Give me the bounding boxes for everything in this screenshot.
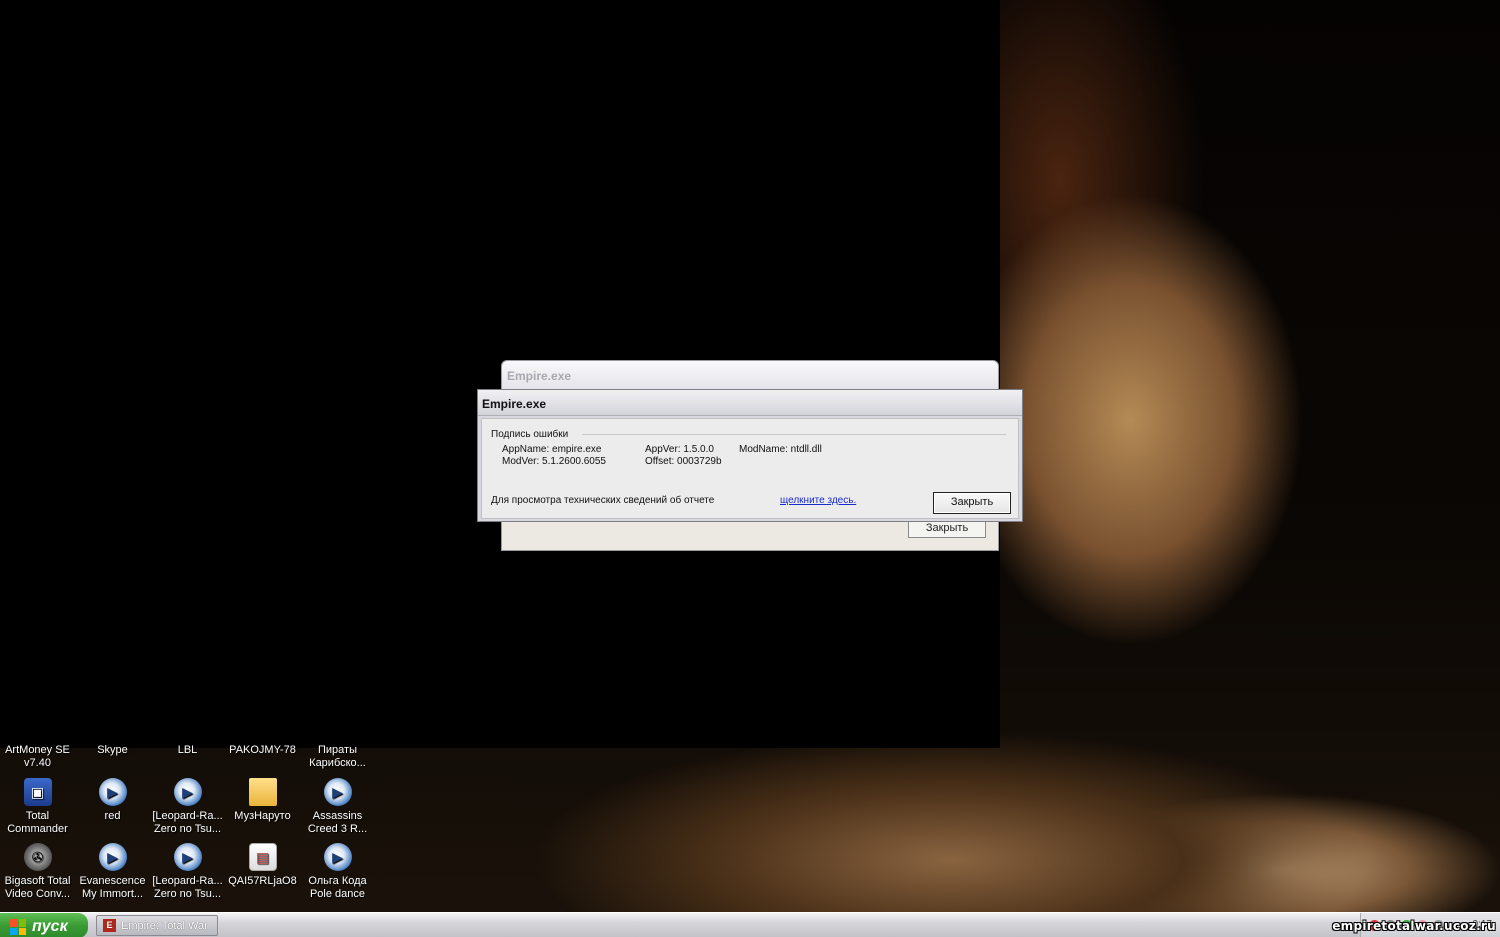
details-prompt-text: Для просмотра технических сведений об от… xyxy=(491,495,715,506)
dialog-body: Подпись ошибки AppName: empire.exe ModVe… xyxy=(481,418,1019,519)
desktop-icon-assassins-creed[interactable]: ▶ Assassins Creed 3 R... xyxy=(300,778,375,836)
desktop-icon-label: PAKOJMY-78 xyxy=(229,744,296,756)
media-file-icon: ▶ xyxy=(173,843,202,871)
desktop-icon-label: QAI57RLjaO8 xyxy=(228,875,297,887)
app-ver-value: AppVer: 1.5.0.0 xyxy=(645,444,714,455)
close-button[interactable]: Закрыть xyxy=(933,492,1011,514)
desktop-icon-label: ArtMoney SE xyxy=(5,744,70,756)
taskbar-item-label: Empire: Total War xyxy=(121,919,208,932)
image-file-icon: ▤ xyxy=(248,843,277,871)
mod-name-value: ModName: ntdll.dll xyxy=(739,444,822,455)
desktop-icon-label: МузНаруто xyxy=(234,810,291,822)
details-link[interactable]: щелкните здесь. xyxy=(780,495,856,506)
desktop-icon-label: Bigasoft Total xyxy=(4,875,71,887)
divider xyxy=(582,434,1006,435)
desktop-icon-qai57[interactable]: ▤ QAI57RLjaO8 xyxy=(225,843,300,888)
desktop-icon-label: Пираты xyxy=(318,744,357,756)
desktop-icon-lbl[interactable]: LBL xyxy=(150,744,225,757)
desktop-icon-label: Video Conv... xyxy=(4,888,71,900)
desktop-icon-label: My Immort... xyxy=(81,888,144,900)
error-signature-heading: Подпись ошибки xyxy=(491,429,569,440)
media-file-icon: ▶ xyxy=(98,778,127,806)
desktop-icon-label: Zero no Tsu... xyxy=(153,888,222,900)
film-reel-icon: ✇ xyxy=(23,843,52,871)
taskbar: пуск E Empire: Total War 0:17 xyxy=(0,912,1500,937)
desktop-icon-label: Creed 3 R... xyxy=(307,823,368,835)
desktop-icon-label: red xyxy=(104,810,121,822)
desktop-icon-leopard-2[interactable]: ▶ [Leopard-Ra... Zero no Tsu... xyxy=(150,843,225,901)
desktop-icon-pirates[interactable]: Пираты Карибско... xyxy=(300,744,375,770)
windows-logo-icon xyxy=(10,919,26,935)
desktop-icon-total-commander[interactable]: ▣ Total Commander xyxy=(0,778,75,836)
site-watermark: empiretotalwar.ucoz.ru xyxy=(1332,919,1496,933)
desktop-icon-label: Commander xyxy=(7,823,68,835)
taskbar-item-empire[interactable]: E Empire: Total War xyxy=(96,915,218,936)
media-file-icon: ▶ xyxy=(323,778,352,806)
media-file-icon: ▶ xyxy=(323,843,352,871)
desktop-icon-label: Assassins xyxy=(312,810,363,822)
desktop-icon-label: LBL xyxy=(177,744,198,756)
desktop-icon-label: Total xyxy=(25,810,50,822)
mod-ver-value: ModVer: 5.1.2600.6055 xyxy=(502,456,606,467)
media-file-icon: ▶ xyxy=(98,843,127,871)
dialog-title: Empire.exe xyxy=(478,390,1022,416)
offset-value: Offset: 0003729b xyxy=(645,456,722,467)
desktop-icon-label: v7.40 xyxy=(24,757,51,769)
desktop-icon-label: Карибско... xyxy=(309,757,366,769)
desktop-icon-olga-koda[interactable]: ▶ Ольга Кода Pole dance xyxy=(300,843,375,901)
desktop-icon-red[interactable]: ▶ red xyxy=(75,778,150,823)
desktop-icon-bigasoft[interactable]: ✇ Bigasoft Total Video Conv... xyxy=(0,843,75,901)
desktop-icon-evanescence[interactable]: ▶ Evanescence My Immort... xyxy=(75,843,150,901)
error-dialog: Empire.exe Подпись ошибки AppName: empir… xyxy=(477,389,1023,522)
desktop-icon-artmoney[interactable]: ArtMoney SE v7.40 xyxy=(0,744,75,770)
desktop-icon-muznaruto[interactable]: МузНаруто xyxy=(225,778,300,823)
desktop-icon-skype[interactable]: Skype xyxy=(75,744,150,757)
empire-app-icon: E xyxy=(103,919,116,932)
desktop-icon-label: Skype xyxy=(97,744,128,756)
folder-icon xyxy=(248,778,277,806)
desktop-icon-label: Evanescence xyxy=(79,875,146,887)
floppy-disk-icon: ▣ xyxy=(23,778,52,806)
start-button[interactable]: пуск xyxy=(0,913,88,937)
desktop-icon-label: Ольга Кода xyxy=(308,875,367,887)
desktop-icon-label: Pole dance xyxy=(309,888,366,900)
desktop-icon-label: [Leopard-Ra... xyxy=(152,875,223,887)
app-name-value: AppName: empire.exe xyxy=(502,444,602,455)
desktop-icon-label: [Leopard-Ra... xyxy=(152,810,223,822)
desktop-icon-leopard-1[interactable]: ▶ [Leopard-Ra... Zero no Tsu... xyxy=(150,778,225,836)
desktop-icon-pakojmy[interactable]: PAKOJMY-78 xyxy=(225,744,300,757)
media-file-icon: ▶ xyxy=(173,778,202,806)
dialog-title: Empire.exe xyxy=(502,361,998,389)
start-label: пуск xyxy=(32,918,68,935)
desktop-icon-label: Zero no Tsu... xyxy=(153,823,222,835)
